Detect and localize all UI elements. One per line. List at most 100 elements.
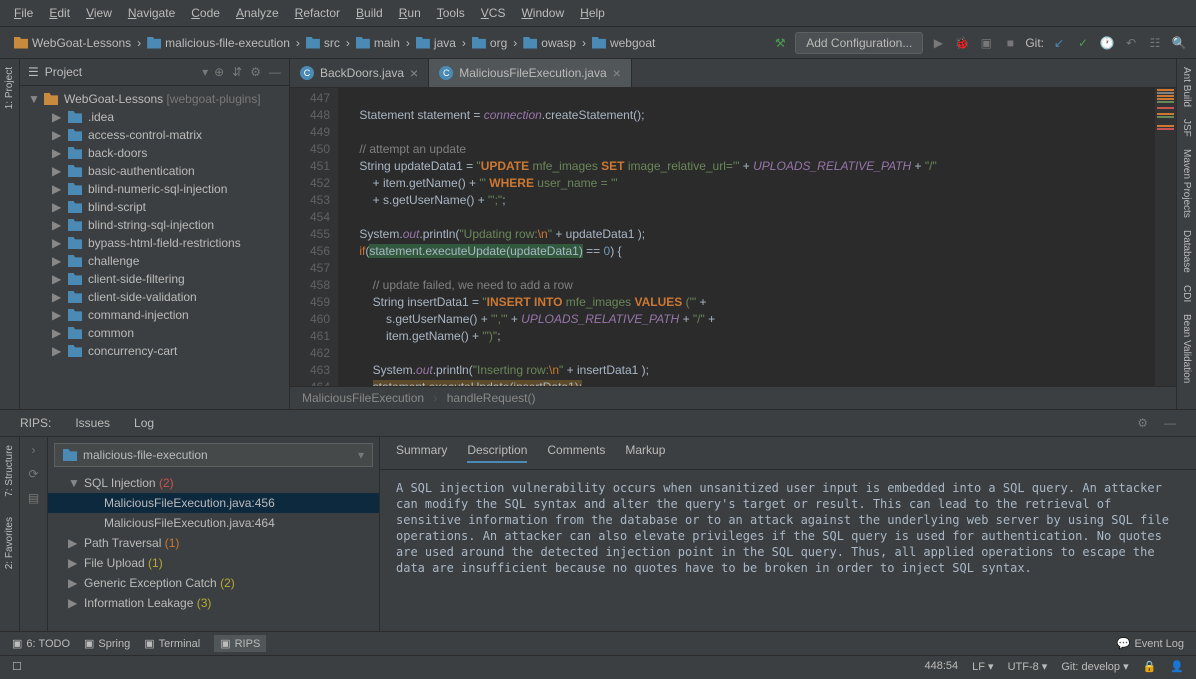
menu-build[interactable]: Build [350,4,389,22]
menu-vcs[interactable]: VCS [475,4,512,22]
menu-code[interactable]: Code [185,4,226,22]
line-ending[interactable]: LF ▾ [972,660,993,673]
breadcrumb-class[interactable]: MaliciousFileExecution [302,391,424,405]
revert-icon[interactable]: ↶ [1122,34,1140,52]
breadcrumb-owasp[interactable]: owasp [517,34,582,52]
issue-path-traversal[interactable]: ▶Path Traversal (1) [48,533,379,553]
hide-icon[interactable]: — [1160,414,1180,432]
breadcrumb-java[interactable]: java [410,34,462,52]
tree-item-basic-authentication[interactable]: ▶basic-authentication [20,162,289,180]
project-dropdown-icon[interactable]: ☰ [28,65,39,79]
rips-tab-log[interactable]: Log [130,414,158,432]
rail-ant-build[interactable]: Ant Build [1181,67,1192,107]
code-content[interactable]: Statement statement = connection.createS… [338,88,1154,386]
breadcrumb-org[interactable]: org [466,34,513,52]
rail-project[interactable]: 1: Project [4,67,15,109]
minimap[interactable] [1154,88,1176,386]
rips-tab-issues[interactable]: Issues [71,414,114,432]
gear-icon[interactable]: ⚙ [1133,414,1152,432]
rips-scope-dropdown[interactable]: malicious-file-execution ▾ [54,443,373,467]
detail-tab-comments[interactable]: Comments [547,443,605,463]
tree-item-client-side-validation[interactable]: ▶client-side-validation [20,288,289,306]
rail-favorites[interactable]: 2: Favorites [4,517,15,569]
tree-item-command-injection[interactable]: ▶command-injection [20,306,289,324]
tree-item-blind-script[interactable]: ▶blind-script [20,198,289,216]
tree-item-challenge[interactable]: ▶challenge [20,252,289,270]
rail-database[interactable]: Database [1181,230,1192,273]
rail-bean-validation[interactable]: Bean Validation [1181,314,1192,383]
toolwindow-rips[interactable]: ▣RIPS [214,635,266,652]
tab-MaliciousFileExecution.java[interactable]: CMaliciousFileExecution.java× [429,59,632,87]
breadcrumb-webgoat[interactable]: webgoat [586,34,661,52]
menu-navigate[interactable]: Navigate [122,4,181,22]
menu-help[interactable]: Help [574,4,611,22]
event-log[interactable]: 💬Event Log [1117,637,1184,650]
hammer-icon[interactable]: ⚒ [771,34,789,52]
breadcrumb-malicious-file-execution[interactable]: malicious-file-execution [141,34,296,52]
stop-icon[interactable]: ■ [1001,34,1019,52]
gear-icon[interactable]: ⚙ [250,65,261,79]
menu-refactor[interactable]: Refactor [289,4,346,22]
encoding[interactable]: UTF-8 ▾ [1008,660,1048,673]
tree-item-access-control-matrix[interactable]: ▶access-control-matrix [20,126,289,144]
toolwindow-spring[interactable]: ▣Spring [84,637,130,650]
menu-window[interactable]: Window [515,4,570,22]
toolwindow-terminal[interactable]: ▣Terminal [144,637,200,650]
vcs-update-icon[interactable]: ↙ [1050,34,1068,52]
rail-cdi[interactable]: CDI [1181,285,1192,302]
tree-item-.idea[interactable]: ▶.idea [20,108,289,126]
tree-item-back-doors[interactable]: ▶back-doors [20,144,289,162]
coverage-icon[interactable]: ▣ [977,34,995,52]
issue-sql-injection[interactable]: ▼SQL Injection (2) [48,473,379,493]
close-icon[interactable]: × [410,65,418,81]
breadcrumb-main[interactable]: main [350,34,406,52]
close-icon[interactable]: × [613,65,621,81]
issue-location[interactable]: MaliciousFileExecution.java:456 [48,493,379,513]
issue-information-leakage[interactable]: ▶Information Leakage (3) [48,593,379,613]
history-icon[interactable]: 🕐 [1098,34,1116,52]
debug-icon[interactable]: 🐞 [953,34,971,52]
tree-item-concurrency-cart[interactable]: ▶concurrency-cart [20,342,289,360]
chevron-down-icon[interactable]: ▾ [202,65,208,79]
filter-icon[interactable]: ▤ [28,491,39,505]
issue-location[interactable]: MaliciousFileExecution.java:464 [48,513,379,533]
vcs-commit-icon[interactable]: ✓ [1074,34,1092,52]
project-tree[interactable]: ▼WebGoat-Lessons [webgoat-plugins]▶.idea… [20,86,289,409]
detail-tab-description[interactable]: Description [467,443,527,463]
breadcrumb-WebGoat-Lessons[interactable]: WebGoat-Lessons [8,34,137,52]
tab-BackDoors.java[interactable]: CBackDoors.java× [290,59,429,87]
issue-file-upload[interactable]: ▶File Upload (1) [48,553,379,573]
code-editor[interactable]: 4474484494504514524534544554564574584594… [290,88,1176,386]
issue-generic-exception-catch[interactable]: ▶Generic Exception Catch (2) [48,573,379,593]
menu-view[interactable]: View [80,4,118,22]
hide-icon[interactable]: — [269,65,281,79]
tree-item-blind-numeric-sql-injection[interactable]: ▶blind-numeric-sql-injection [20,180,289,198]
rail-jsf[interactable]: JSF [1181,119,1192,137]
search-icon[interactable]: 🔍 [1170,34,1188,52]
menu-file[interactable]: File [8,4,39,22]
target-icon[interactable]: ⊕ [214,65,224,79]
menu-edit[interactable]: Edit [43,4,76,22]
next-icon[interactable]: › [32,443,36,457]
rips-issue-tree[interactable]: ▼SQL Injection (2)MaliciousFileExecution… [48,473,379,631]
tree-item-blind-string-sql-injection[interactable]: ▶blind-string-sql-injection [20,216,289,234]
run-icon[interactable]: ▶ [929,34,947,52]
menu-analyze[interactable]: Analyze [230,4,285,22]
toolwindow-todo[interactable]: ▣6: TODO [12,637,70,650]
inspector-icon[interactable]: 👤 [1170,660,1184,673]
code-breadcrumb[interactable]: MaliciousFileExecution › handleRequest() [290,386,1176,409]
tree-item-client-side-filtering[interactable]: ▶client-side-filtering [20,270,289,288]
collapse-icon[interactable]: ⇵ [232,65,242,79]
tree-item-bypass-html-field-restrictions[interactable]: ▶bypass-html-field-restrictions [20,234,289,252]
lock-icon[interactable]: 🔒 [1143,660,1157,673]
breadcrumb-src[interactable]: src [300,34,346,52]
tree-root[interactable]: ▼WebGoat-Lessons [webgoat-plugins] [20,90,289,108]
refresh-icon[interactable]: ⟳ [28,467,38,481]
structure-icon[interactable]: ☷ [1146,34,1164,52]
menu-tools[interactable]: Tools [431,4,471,22]
tree-item-common[interactable]: ▶common [20,324,289,342]
rail-maven-projects[interactable]: Maven Projects [1181,149,1192,218]
rail-structure[interactable]: 7: Structure [4,445,15,497]
status-icon[interactable]: ☐ [12,660,22,673]
add-configuration-button[interactable]: Add Configuration... [795,32,923,54]
